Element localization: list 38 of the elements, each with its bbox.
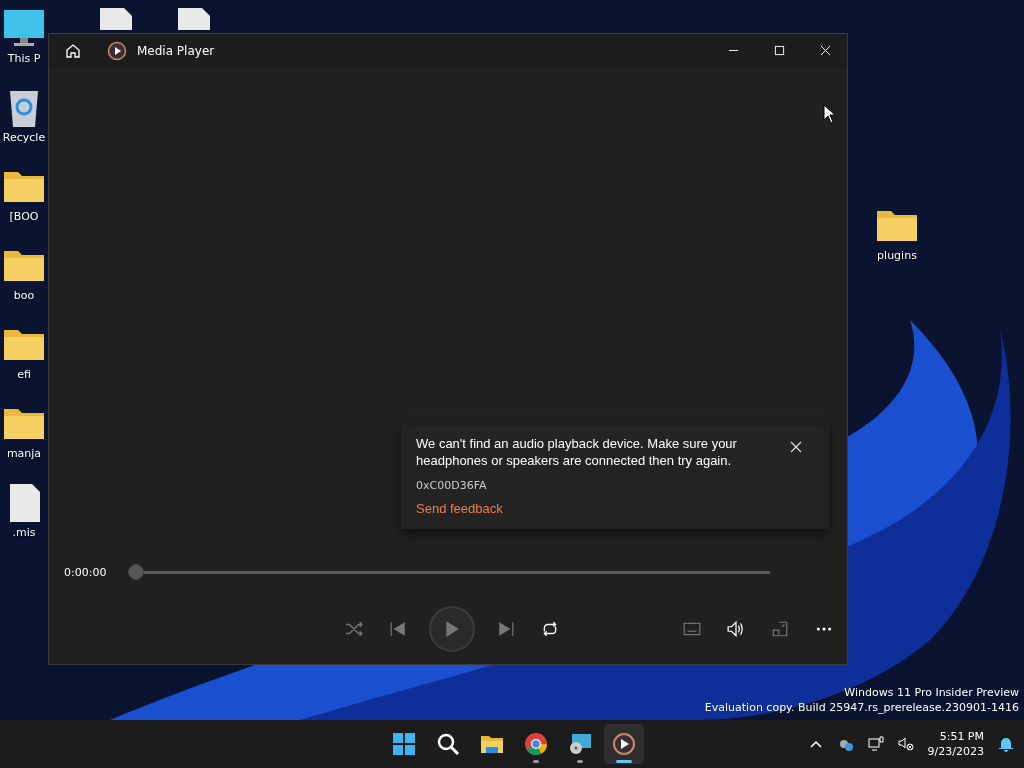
elapsed-time: 0:00:00 [64,565,108,579]
clock-time[interactable]: 5:51 PM [939,729,984,744]
error-message: We can't find an audio playback device. Make sure your headphones or speakers are connected then try again. [416,435,738,469]
file-icon[interactable] [176,8,212,30]
close-icon[interactable] [790,441,802,453]
file-icon[interactable] [98,8,134,30]
desktop-icon-label[interactable]: boo [13,289,35,302]
play-icon [443,620,461,638]
send-feedback-link[interactable]: Send feedback [416,501,503,516]
browser-logo-icon [524,732,548,756]
home-icon[interactable] [65,42,81,59]
bell-icon[interactable] [998,736,1014,752]
desktop-icon-label[interactable]: .mis [12,526,36,539]
search-icon [436,732,460,756]
desktop-icon-label[interactable]: [BOO [9,210,39,223]
mouse-pointer-icon [823,104,835,124]
taskbar-app[interactable] [604,724,644,764]
volume-icon[interactable] [727,620,745,638]
watermark-text: Windows 11 Pro Insider Preview [844,685,1019,700]
clock-date[interactable]: 9/23/2023 [927,744,984,759]
play-logo-icon [107,40,127,61]
watermark-text: Evaluation copy. Build 25947.rs_prerelease.230901-1416 [704,700,1019,715]
monitor-disc-icon [568,732,592,756]
window-title: Media Player [137,43,215,58]
error-code: 0xC00D36FA [416,479,488,492]
seek-thumb[interactable] [128,564,144,580]
desktop-icon-label[interactable]: This P [7,52,41,65]
monitor-icon[interactable] [2,8,46,48]
start-icon [392,732,416,756]
play-logo-icon [612,732,636,756]
desktop-icon-label[interactable]: efi [17,368,31,381]
speaker-muted-icon[interactable] [897,736,914,752]
maximize-icon[interactable] [774,45,785,56]
desktop-icon-label[interactable]: plugins [877,249,917,262]
repeat-icon[interactable] [541,620,559,638]
desktop-icon-label[interactable]: manja [6,447,42,460]
network-icon[interactable] [867,736,884,752]
desktop-icon-label[interactable]: Recycle [2,131,46,144]
